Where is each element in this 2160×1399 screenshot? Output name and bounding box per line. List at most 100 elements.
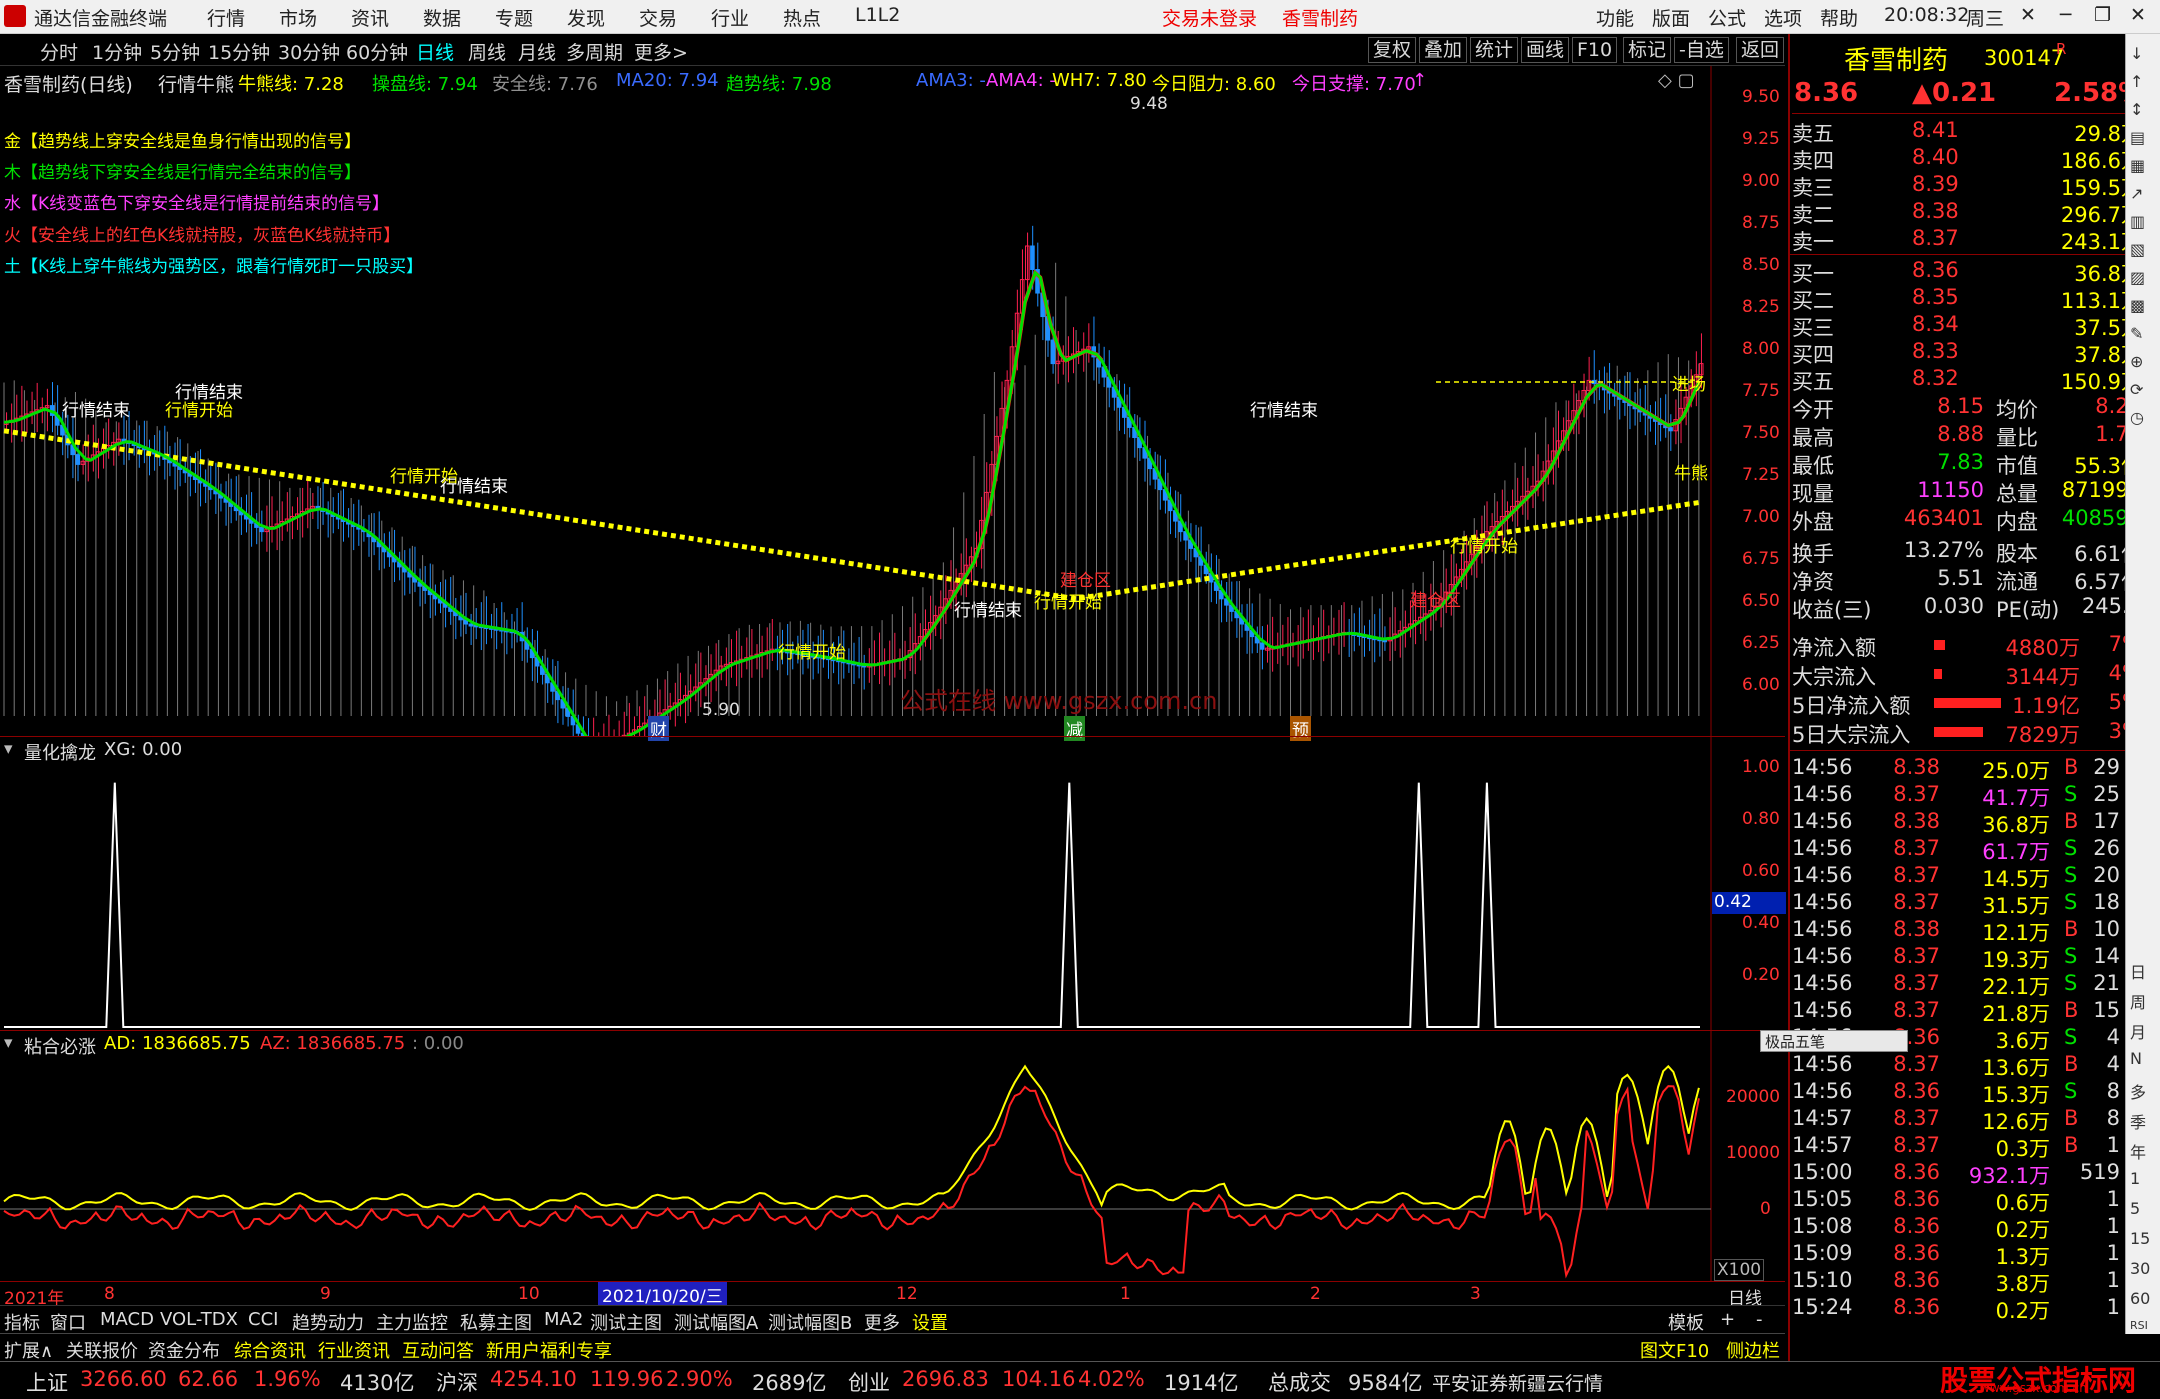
tab-qa[interactable]: 互动问答 [402, 1337, 474, 1363]
sh-label[interactable]: 上证 [26, 1367, 68, 1397]
period-tab[interactable]: 分时 [40, 38, 78, 65]
sub1-title[interactable]: 量化擒龙 [24, 739, 96, 765]
menu-industry[interactable]: 行业 [711, 4, 749, 31]
tab-main-monitor[interactable]: 主力监控 [376, 1309, 448, 1335]
remove-button[interactable]: - [1756, 1309, 1763, 1330]
minimize-icon[interactable]: ─ [2060, 4, 2071, 26]
indicator-name[interactable]: 行情牛熊 [158, 70, 234, 97]
side-period-0[interactable]: 日 [2130, 959, 2146, 983]
tab-test-a[interactable]: 测试幅图A [674, 1309, 758, 1335]
tab-industry-news[interactable]: 行业资讯 [318, 1337, 390, 1363]
settings-diamond-icon[interactable]: ◇ ▢ [1658, 70, 1695, 91]
side-tool-icon[interactable]: ▥ [2130, 212, 2145, 231]
tool-watchlist[interactable]: -自选 [1674, 37, 1729, 63]
tab-f10-text[interactable]: 图文F10 [1640, 1337, 1709, 1363]
tab-settings[interactable]: 设置 [912, 1309, 948, 1335]
login-status[interactable]: 交易未登录 [1162, 4, 1257, 31]
period-tab[interactable]: 15分钟 [208, 38, 270, 65]
sub-chart-2[interactable]: ▾ 粘合必涨 AD: 1836685.75 AZ: 1836685.75 : 0… [0, 1031, 1785, 1281]
tool-rights[interactable]: 复权 [1368, 37, 1417, 63]
main-chart-panel[interactable]: 香雪制药(日线) 行情牛熊 牛熊线: 7.28 操盘线: 7.94 安全线: 7… [0, 66, 1785, 741]
sz-label[interactable]: 沪深 [436, 1367, 478, 1397]
period-tab[interactable]: 1分钟 [92, 38, 142, 65]
tab-cci[interactable]: CCI [248, 1309, 278, 1330]
menu-data[interactable]: 数据 [423, 4, 461, 31]
ask-row[interactable]: 卖一 8.37 243.1万 [1792, 226, 2158, 254]
side-period-11[interactable]: 60 [2130, 1289, 2150, 1308]
add-button[interactable]: + [1720, 1309, 1735, 1330]
menu-options[interactable]: 选项 [1764, 4, 1802, 31]
sub2-title[interactable]: 粘合必涨 [24, 1033, 96, 1059]
close-icon[interactable]: ✕ [2130, 4, 2146, 26]
period-tab[interactable]: 30分钟 [278, 38, 340, 65]
side-tool-icon[interactable]: ◷ [2130, 408, 2144, 427]
side-tool-icon[interactable]: ▦ [2130, 156, 2145, 175]
ask-row[interactable]: 卖四 8.40 186.6万 [1792, 145, 2158, 173]
menu-help[interactable]: 帮助 [1820, 4, 1858, 31]
tab-window[interactable]: 窗口 [50, 1309, 86, 1335]
period-tab-more[interactable]: 更多> [634, 38, 688, 65]
menu-news[interactable]: 资讯 [351, 4, 389, 31]
restore-icon[interactable]: ❐ [2094, 4, 2111, 26]
bid-row[interactable]: 买二 8.35 113.1万 [1792, 285, 2158, 313]
side-tool-icon[interactable]: ▧ [2130, 240, 2145, 259]
tab-trend-power[interactable]: 趋势动力 [292, 1309, 364, 1335]
period-tab[interactable]: 60分钟 [346, 38, 408, 65]
menu-discover[interactable]: 发现 [567, 4, 605, 31]
tab-more[interactable]: 更多 [864, 1309, 900, 1335]
tab-private-main[interactable]: 私募主图 [460, 1309, 532, 1335]
bid-row[interactable]: 买一 8.36 36.8万 [1792, 258, 2158, 286]
tab-related-quote[interactable]: 关联报价 [66, 1337, 138, 1363]
sub2-collapse-icon[interactable]: ▾ [4, 1033, 13, 1053]
menu-layout[interactable]: 版面 [1652, 4, 1690, 31]
tool-mark[interactable]: 标记 [1623, 37, 1672, 63]
tab-vol[interactable]: VOL-TDX [160, 1309, 238, 1330]
sub1-collapse-icon[interactable]: ▾ [4, 739, 13, 759]
side-tool-icon[interactable]: ↑ [2130, 72, 2143, 91]
side-tool-icon[interactable]: ↓ [2130, 44, 2143, 63]
period-tab-active[interactable]: 日线 [416, 38, 454, 65]
side-period-3[interactable]: N [2130, 1049, 2142, 1068]
side-period-7[interactable]: 1 [2130, 1169, 2140, 1188]
tab-general-news[interactable]: 综合资讯 [234, 1337, 306, 1363]
bid-row[interactable]: 买三 8.34 37.5万 [1792, 312, 2158, 340]
side-period-2[interactable]: 月 [2130, 1019, 2146, 1043]
template-button[interactable]: 模板 [1668, 1309, 1704, 1335]
menu-quote[interactable]: 行情 [207, 4, 245, 31]
tool-f10[interactable]: F10 [1572, 37, 1618, 63]
tool-overlay[interactable]: 叠加 [1419, 37, 1468, 63]
tool-back[interactable]: 返回 [1736, 37, 1785, 63]
side-period-10[interactable]: 30 [2130, 1259, 2150, 1278]
side-period-4[interactable]: 多 [2130, 1079, 2146, 1103]
tool-draw[interactable]: 画线 [1521, 37, 1570, 63]
cy-label[interactable]: 创业 [848, 1367, 890, 1397]
ask-row[interactable]: 卖五 8.41 29.8万 [1792, 118, 2158, 146]
side-tool-icon[interactable]: ▩ [2130, 296, 2145, 315]
expand-button[interactable]: 扩展∧ [4, 1337, 53, 1363]
side-period-9[interactable]: 15 [2130, 1229, 2150, 1248]
period-tab[interactable]: 月线 [518, 38, 556, 65]
tab-test-b[interactable]: 测试幅图B [768, 1309, 852, 1335]
ime-toolbar[interactable]: 极品五笔 [1760, 1030, 1908, 1052]
tab-new-user[interactable]: 新用户福利专享 [486, 1337, 612, 1363]
menu-formula[interactable]: 公式 [1708, 4, 1746, 31]
side-period-8[interactable]: 5 [2130, 1199, 2140, 1218]
menu-hot[interactable]: 热点 [783, 4, 821, 31]
side-tool-icon[interactable]: ↕ [2130, 100, 2143, 119]
tab-test-main[interactable]: 测试主图 [590, 1309, 662, 1335]
side-tool-icon[interactable]: ↗ [2130, 184, 2143, 203]
side-tool-icon[interactable]: ▤ [2130, 128, 2145, 147]
tab-ma2[interactable]: MA2 [544, 1309, 583, 1330]
menu-function[interactable]: 功能 [1596, 4, 1634, 31]
sub-chart-1[interactable]: 量化擒龙 XG: 0.00 ▾ 1.00 0.80 0.60 0.40 0.20… [0, 737, 1786, 1030]
tool-stats[interactable]: 统计 [1470, 37, 1519, 63]
side-tool-icon[interactable]: ⟳ [2130, 380, 2143, 399]
side-period-6[interactable]: 年 [2130, 1139, 2146, 1163]
menu-market[interactable]: 市场 [279, 4, 317, 31]
side-period-12[interactable]: RSI [2130, 1319, 2148, 1332]
side-period-1[interactable]: 周 [2130, 989, 2146, 1013]
menu-trade[interactable]: 交易 [639, 4, 677, 31]
period-tab[interactable]: 多周期 [566, 38, 623, 65]
tab-indicator[interactable]: 指标 [4, 1309, 40, 1335]
ask-row[interactable]: 卖三 8.39 159.5万 [1792, 172, 2158, 200]
